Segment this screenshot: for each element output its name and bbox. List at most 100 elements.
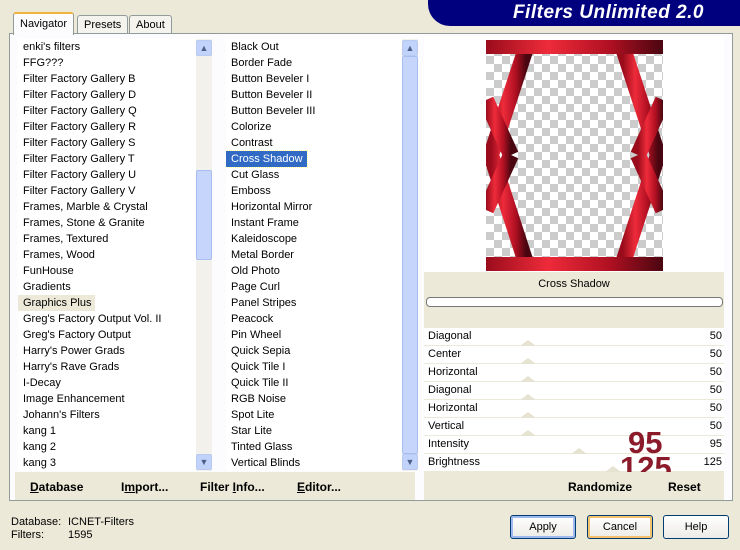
list-item[interactable]: Tinted Glass [226,439,402,455]
list-item[interactable]: Old Photo [226,263,402,279]
list-item[interactable]: Button Beveler III [226,103,402,119]
list-item[interactable]: Filter Factory Gallery U [18,167,196,183]
list-item[interactable]: Frames, Textured [18,231,196,247]
filter-list[interactable]: Black Out Border Fade Button Beveler I Butt… [226,39,402,471]
import-button[interactable]: Import... [121,480,168,494]
tab-about[interactable]: About [129,15,172,34]
list-item[interactable]: Frames, Marble & Crystal [18,199,196,215]
list-item[interactable]: Filter Factory Gallery T [18,151,196,167]
category-scrollbar[interactable]: ▲ ▼ [196,39,212,471]
list-item[interactable]: Horizontal Mirror [226,199,402,215]
list-item[interactable]: Contrast [226,135,402,151]
category-list[interactable]: enki's filters FFG??? Filter Factory Galle… [18,39,196,471]
slider-diagonal[interactable]: Diagonal 50 [424,382,724,400]
list-item[interactable]: Harry's Rave Grads [18,359,196,375]
scroll-down-icon[interactable]: ▼ [196,454,212,470]
list-item[interactable]: Colorize [226,119,402,135]
list-item[interactable]: Pin Wheel [226,327,402,343]
list-item-label: Instant Frame [231,217,299,229]
slider-diagonal[interactable]: Diagonal 50 [424,328,724,346]
list-item[interactable]: Filter Factory Gallery V [18,183,196,199]
list-item[interactable]: FunHouse [18,263,196,279]
list-item[interactable]: Peacock [226,311,402,327]
list-item[interactable]: Star Lite [226,423,402,439]
list-item[interactable]: Graphics Plus [18,295,196,311]
list-item-label: FFG??? [23,57,64,69]
slider-brightness[interactable]: Brightness 125 [424,454,724,472]
list-item[interactable]: enki's filters [18,39,196,55]
list-item[interactable]: Black Out [226,39,402,55]
scroll-thumb[interactable] [196,170,212,260]
list-item-label: Filter Factory Gallery T [23,153,135,165]
scroll-down-icon[interactable]: ▼ [402,454,418,470]
list-item-label: Emboss [231,185,271,197]
list-item[interactable]: Quick Tile II [226,375,402,391]
help-button[interactable]: Help [663,515,729,539]
list-item[interactable]: Gradients [18,279,196,295]
list-item[interactable]: Metal Border [226,247,402,263]
list-item[interactable]: Cross Shadow [226,150,402,168]
scroll-up-icon[interactable]: ▲ [402,40,418,56]
list-item-label: Gradients [23,281,71,293]
scroll-up-icon[interactable]: ▲ [196,40,212,56]
list-item[interactable]: kang 3 [18,455,196,471]
list-item[interactable]: Page Curl [226,279,402,295]
list-item[interactable]: Button Beveler II [226,87,402,103]
list-item[interactable]: Instant Frame [226,215,402,231]
list-item[interactable]: Panel Stripes [226,295,402,311]
randomize-button[interactable]: Randomize [568,480,632,494]
list-item[interactable]: Frames, Wood [18,247,196,263]
list-item[interactable]: Filter Factory Gallery B [18,71,196,87]
list-item[interactable]: I-Decay [18,375,196,391]
list-item[interactable]: Quick Tile I [226,359,402,375]
list-item-label: Frames, Marble & Crystal [23,201,148,213]
database-label: Database: [11,516,62,528]
list-item[interactable]: Filter Factory Gallery S [18,135,196,151]
slider-intensity[interactable]: Intensity 95 [424,436,724,454]
list-item[interactable]: FFG??? [18,55,196,71]
list-item[interactable]: Emboss [226,183,402,199]
scroll-thumb[interactable] [402,56,418,454]
slider-value: 50 [709,384,722,396]
list-item[interactable]: Border Fade [226,55,402,71]
list-item[interactable]: Filter Factory Gallery R [18,119,196,135]
list-item[interactable]: Kaleidoscope [226,231,402,247]
list-item[interactable]: Johann's Filters [18,407,196,423]
list-item-label: Kaleidoscope [231,233,298,245]
list-item[interactable]: Filter Factory Gallery D [18,87,196,103]
cancel-button[interactable]: Cancel [587,515,653,539]
list-item[interactable]: Quick Sepia [226,343,402,359]
list-item[interactable]: Frames, Stone & Granite [18,215,196,231]
tab-navigator[interactable]: Navigator [13,12,75,35]
tab-presets[interactable]: Presets [77,15,129,34]
list-item[interactable]: RGB Noise [226,391,402,407]
list-item-label: RGB Noise [231,393,287,405]
reset-button[interactable]: Reset [668,480,701,494]
list-item-label: Button Beveler II [231,89,313,101]
list-item[interactable]: Spot Lite [226,407,402,423]
slider-vertical[interactable]: Vertical 50 [424,418,724,436]
list-item[interactable]: Greg's Factory Output [18,327,196,343]
database-button[interactable]: Database [30,480,83,494]
list-item[interactable]: Vertical Blinds [226,455,402,471]
list-item-label: enki's filters [23,41,81,53]
list-item-label: Filter Factory Gallery D [23,89,137,101]
list-item-label: Cross Shadow [226,150,308,168]
filter-scrollbar[interactable]: ▲ ▼ [402,39,418,471]
list-item[interactable]: Cut Glass [226,167,402,183]
list-item[interactable]: Harry's Power Grads [18,343,196,359]
slider-horizontal[interactable]: Horizontal 50 [424,400,724,418]
list-item[interactable]: Button Beveler I [226,71,402,87]
list-item[interactable]: Greg's Factory Output Vol. II [18,311,196,327]
list-item[interactable]: Filter Factory Gallery Q [18,103,196,119]
slider-horizontal[interactable]: Horizontal 50 [424,364,724,382]
list-item[interactable]: Image Enhancement [18,391,196,407]
list-item[interactable]: kang 2 [18,439,196,455]
editor-button[interactable]: Editor... [297,480,341,494]
apply-button[interactable]: Apply [510,515,576,539]
filter-info-button[interactable]: Filter Info... [200,480,265,494]
list-item[interactable]: kang 1 [18,423,196,439]
slider-value: 125 [703,456,722,468]
slider-label: Intensity [428,438,469,450]
slider-center[interactable]: Center 50 [424,346,724,364]
